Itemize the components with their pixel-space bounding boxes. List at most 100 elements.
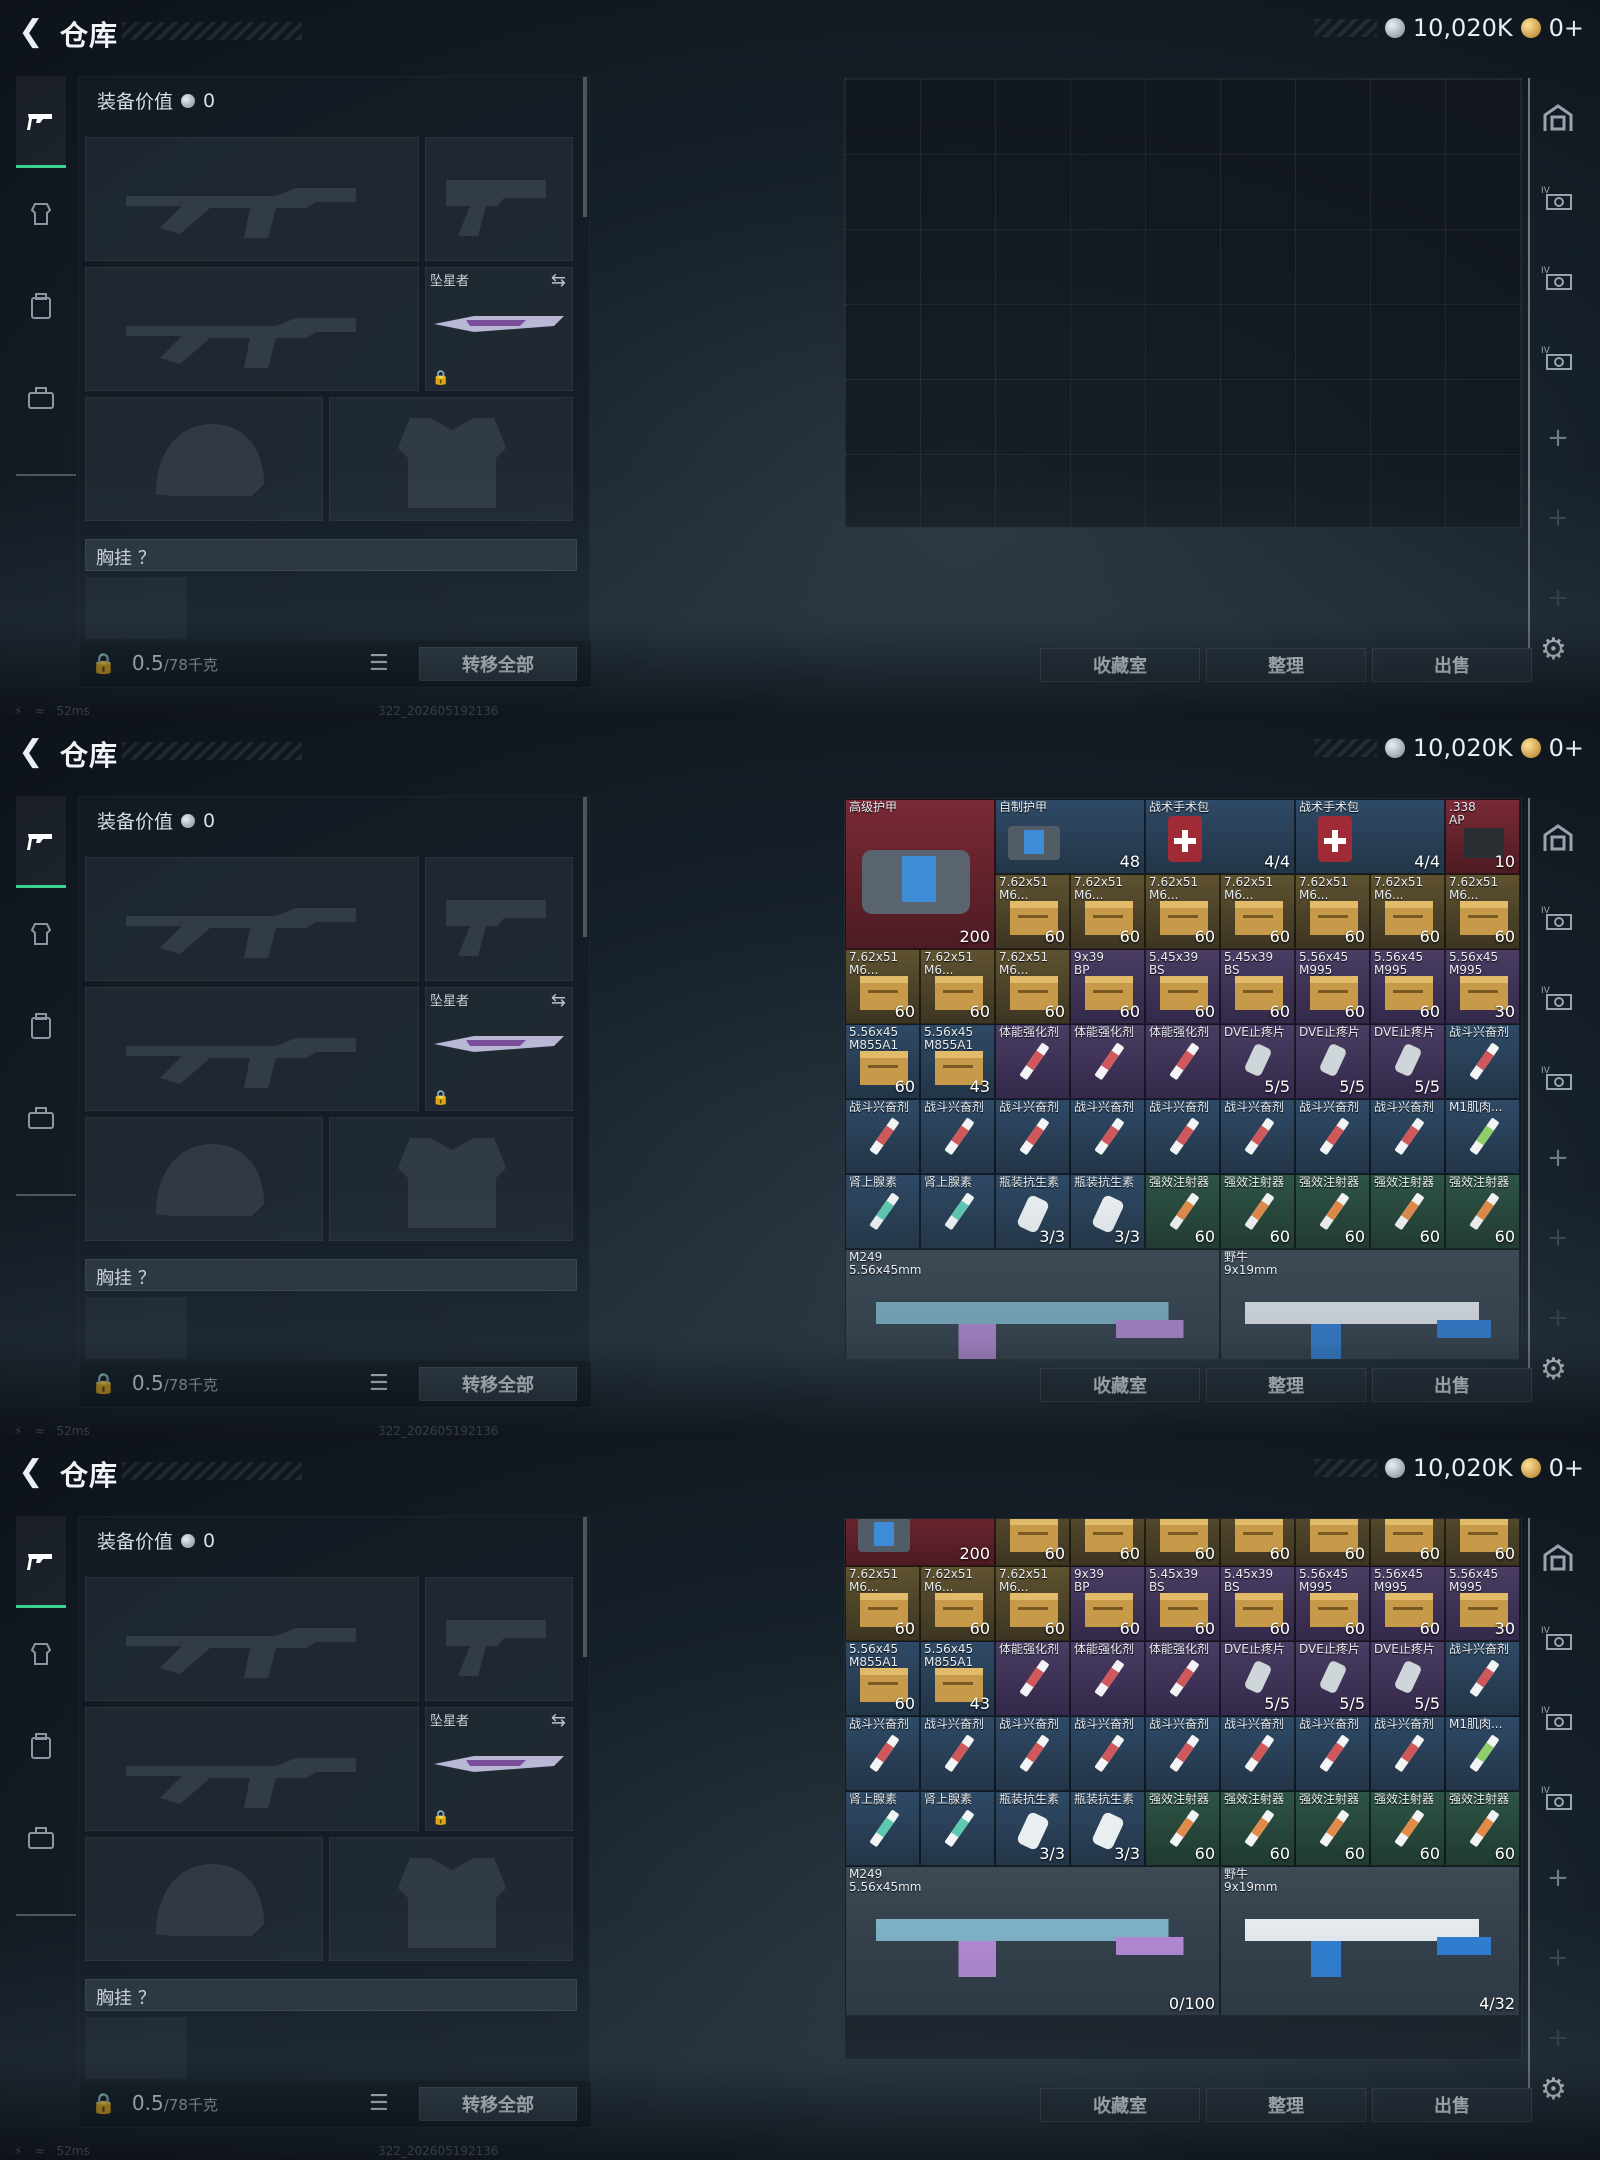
- m249-weapon-item[interactable]: M249 5.56x45mm 0/100: [845, 1866, 1220, 2016]
- storage-page-3-icon[interactable]: IV: [1528, 1038, 1588, 1118]
- inventory-item[interactable]: 强效注射器 60: [1370, 1174, 1445, 1249]
- armor-tab-icon[interactable]: [16, 168, 66, 260]
- inventory-item[interactable]: 强效注射器 60: [1220, 1791, 1295, 1866]
- chest-rig-slot[interactable]: [85, 1297, 187, 1359]
- inventory-item[interactable]: 体能强化剂: [1145, 1641, 1220, 1716]
- back-icon[interactable]: ❮: [14, 734, 48, 769]
- inventory-item[interactable]: 战斗兴奋剂: [1220, 1716, 1295, 1791]
- inventory-item[interactable]: 肾上腺素: [920, 1174, 995, 1249]
- bison-weapon-item[interactable]: 野牛 9x19mm: [1220, 1249, 1520, 1359]
- pistol-slot[interactable]: [425, 1577, 573, 1701]
- list-icon[interactable]: ☰: [369, 1371, 389, 1396]
- chest-rig-header[interactable]: 胸挂 ？: [85, 1259, 577, 1291]
- armor-tab-icon[interactable]: [16, 1608, 66, 1700]
- gold-balance[interactable]: 0+: [1549, 14, 1584, 42]
- chest-rig-slot[interactable]: [85, 2017, 187, 2079]
- inventory-item[interactable]: 战斗兴奋剂: [995, 1716, 1070, 1791]
- inventory-item[interactable]: 强效注射器 60: [1220, 1174, 1295, 1249]
- inventory-item[interactable]: 战斗兴奋剂: [1220, 1099, 1295, 1174]
- inventory-item[interactable]: 战斗兴奋剂: [1370, 1099, 1445, 1174]
- add-page-icon[interactable]: +: [1528, 478, 1588, 558]
- backpack-tab-icon[interactable]: [16, 260, 66, 352]
- inventory-item[interactable]: 战斗兴奋剂: [1445, 1641, 1520, 1716]
- add-page-icon[interactable]: +: [1528, 1918, 1588, 1998]
- inventory-item[interactable]: 5.45x39 BS 60: [1220, 1566, 1295, 1641]
- inventory-item[interactable]: 7.62x51 M6... 60: [845, 1566, 920, 1641]
- inventory-item[interactable]: .338 AP 10: [1445, 799, 1520, 874]
- inventory-item[interactable]: 5.56x45 M995 30: [1445, 1566, 1520, 1641]
- inventory-item[interactable]: 5.56x45 M995 30: [1445, 949, 1520, 1024]
- storage-page-2-icon[interactable]: IV: [1528, 958, 1588, 1038]
- add-page-icon[interactable]: +: [1528, 1198, 1588, 1278]
- inventory-item[interactable]: 体能强化剂: [1070, 1024, 1145, 1099]
- case-tab-icon[interactable]: [16, 1792, 66, 1884]
- pistol-slot[interactable]: [425, 857, 573, 981]
- primary-weapon-slot[interactable]: [85, 137, 419, 261]
- inventory-item[interactable]: 5.56x45 M995 60: [1370, 1566, 1445, 1641]
- inventory-item[interactable]: 战斗兴奋剂: [1145, 1099, 1220, 1174]
- secondary-weapon-slot[interactable]: [85, 267, 419, 391]
- sort-button[interactable]: 整理: [1206, 648, 1366, 682]
- storage-page-3-icon[interactable]: IV: [1528, 1758, 1588, 1838]
- inventory-item[interactable]: 7.62x51 M6... 60: [995, 874, 1070, 949]
- body-armor-slot[interactable]: [329, 1117, 573, 1241]
- inventory-item[interactable]: 体能强化剂: [995, 1641, 1070, 1716]
- chest-rig-slot[interactable]: [85, 577, 187, 639]
- inventory-item[interactable]: 7.62x51 M6... 60: [1370, 874, 1445, 949]
- primary-weapon-slot[interactable]: [85, 1577, 419, 1701]
- inventory-item[interactable]: 7.62x51 M6... 60: [920, 949, 995, 1024]
- add-page-icon[interactable]: +: [1528, 558, 1588, 638]
- secondary-weapon-slot[interactable]: [85, 987, 419, 1111]
- helmet-slot[interactable]: [85, 1837, 323, 1961]
- settings-gear-icon[interactable]: ⚙: [1540, 2072, 1567, 2107]
- inventory-item[interactable]: 7.62x51 M6... 60: [1070, 874, 1145, 949]
- gold-balance[interactable]: 0+: [1549, 1454, 1584, 1482]
- backpack-tab-icon[interactable]: [16, 1700, 66, 1792]
- add-page-icon[interactable]: +: [1528, 1998, 1588, 2078]
- inventory-item[interactable]: DVE止疼片 5/5: [1370, 1641, 1445, 1716]
- inventory-item[interactable]: 自制护甲 48: [995, 799, 1145, 874]
- weapon-tab-icon[interactable]: [16, 796, 66, 888]
- back-icon[interactable]: ❮: [14, 1454, 48, 1489]
- inventory-item[interactable]: DVE止疼片 5/5: [1295, 1641, 1370, 1716]
- inventory-item[interactable]: 瓶装抗生素 3/3: [995, 1174, 1070, 1249]
- inventory-item[interactable]: 5.45x39 BS 60: [1145, 949, 1220, 1024]
- list-icon[interactable]: ☰: [369, 2091, 389, 2116]
- back-icon[interactable]: ❮: [14, 14, 48, 49]
- storage-page-2-icon[interactable]: IV: [1528, 238, 1588, 318]
- inventory-item[interactable]: 强效注射器 60: [1295, 1791, 1370, 1866]
- inventory-item[interactable]: 7.62x51 M6... 60: [1145, 874, 1220, 949]
- inventory-item[interactable]: 强效注射器 60: [1445, 1791, 1520, 1866]
- safe-box-icon[interactable]: [1528, 78, 1588, 158]
- inventory-item[interactable]: 瓶装抗生素 3/3: [995, 1791, 1070, 1866]
- inventory-item[interactable]: 战斗兴奋剂: [920, 1099, 995, 1174]
- inventory-item[interactable]: 7.62x51 M6... 60: [995, 949, 1070, 1024]
- inventory-item[interactable]: 60: [1220, 1519, 1295, 1566]
- inventory-item[interactable]: 7.62x51 M6... 60: [920, 1566, 995, 1641]
- bison-weapon-item[interactable]: 野牛 9x19mm 4/32: [1220, 1866, 1520, 2016]
- inventory-item[interactable]: 7.62x51 M6... 60: [1220, 874, 1295, 949]
- loadout-scrollbar[interactable]: [583, 1517, 587, 1657]
- inventory-item[interactable]: 7.62x51 M6... 60: [1445, 874, 1520, 949]
- collection-button[interactable]: 收藏室: [1040, 648, 1200, 682]
- sell-button[interactable]: 出售: [1372, 1368, 1532, 1402]
- inventory-item[interactable]: 7.62x51 M6... 60: [1295, 874, 1370, 949]
- inventory-item[interactable]: 9x39 BP 60: [1070, 1566, 1145, 1641]
- inventory-item[interactable]: 体能强化剂: [1145, 1024, 1220, 1099]
- inventory-item[interactable]: 9x39 BP 60: [1070, 949, 1145, 1024]
- inventory-item[interactable]: 60: [1145, 1519, 1220, 1566]
- inventory-item[interactable]: 体能强化剂: [1070, 1641, 1145, 1716]
- storage-page-1-icon[interactable]: IV: [1528, 878, 1588, 958]
- inventory-item[interactable]: DVE止疼片 5/5: [1295, 1024, 1370, 1099]
- sell-button[interactable]: 出售: [1372, 2088, 1532, 2122]
- inventory-item[interactable]: 战术手术包 4/4: [1145, 799, 1295, 874]
- inventory-item[interactable]: 瓶装抗生素 3/3: [1070, 1174, 1145, 1249]
- inventory-item[interactable]: DVE止疼片 5/5: [1370, 1024, 1445, 1099]
- add-page-icon[interactable]: +: [1528, 398, 1588, 478]
- inventory-item[interactable]: 强效注射器 60: [1370, 1791, 1445, 1866]
- sort-button[interactable]: 整理: [1206, 2088, 1366, 2122]
- sell-button[interactable]: 出售: [1372, 648, 1532, 682]
- inventory-item[interactable]: 战斗兴奋剂: [1145, 1716, 1220, 1791]
- inventory-item[interactable]: 强效注射器 60: [1145, 1174, 1220, 1249]
- inventory-item[interactable]: 战斗兴奋剂: [1070, 1716, 1145, 1791]
